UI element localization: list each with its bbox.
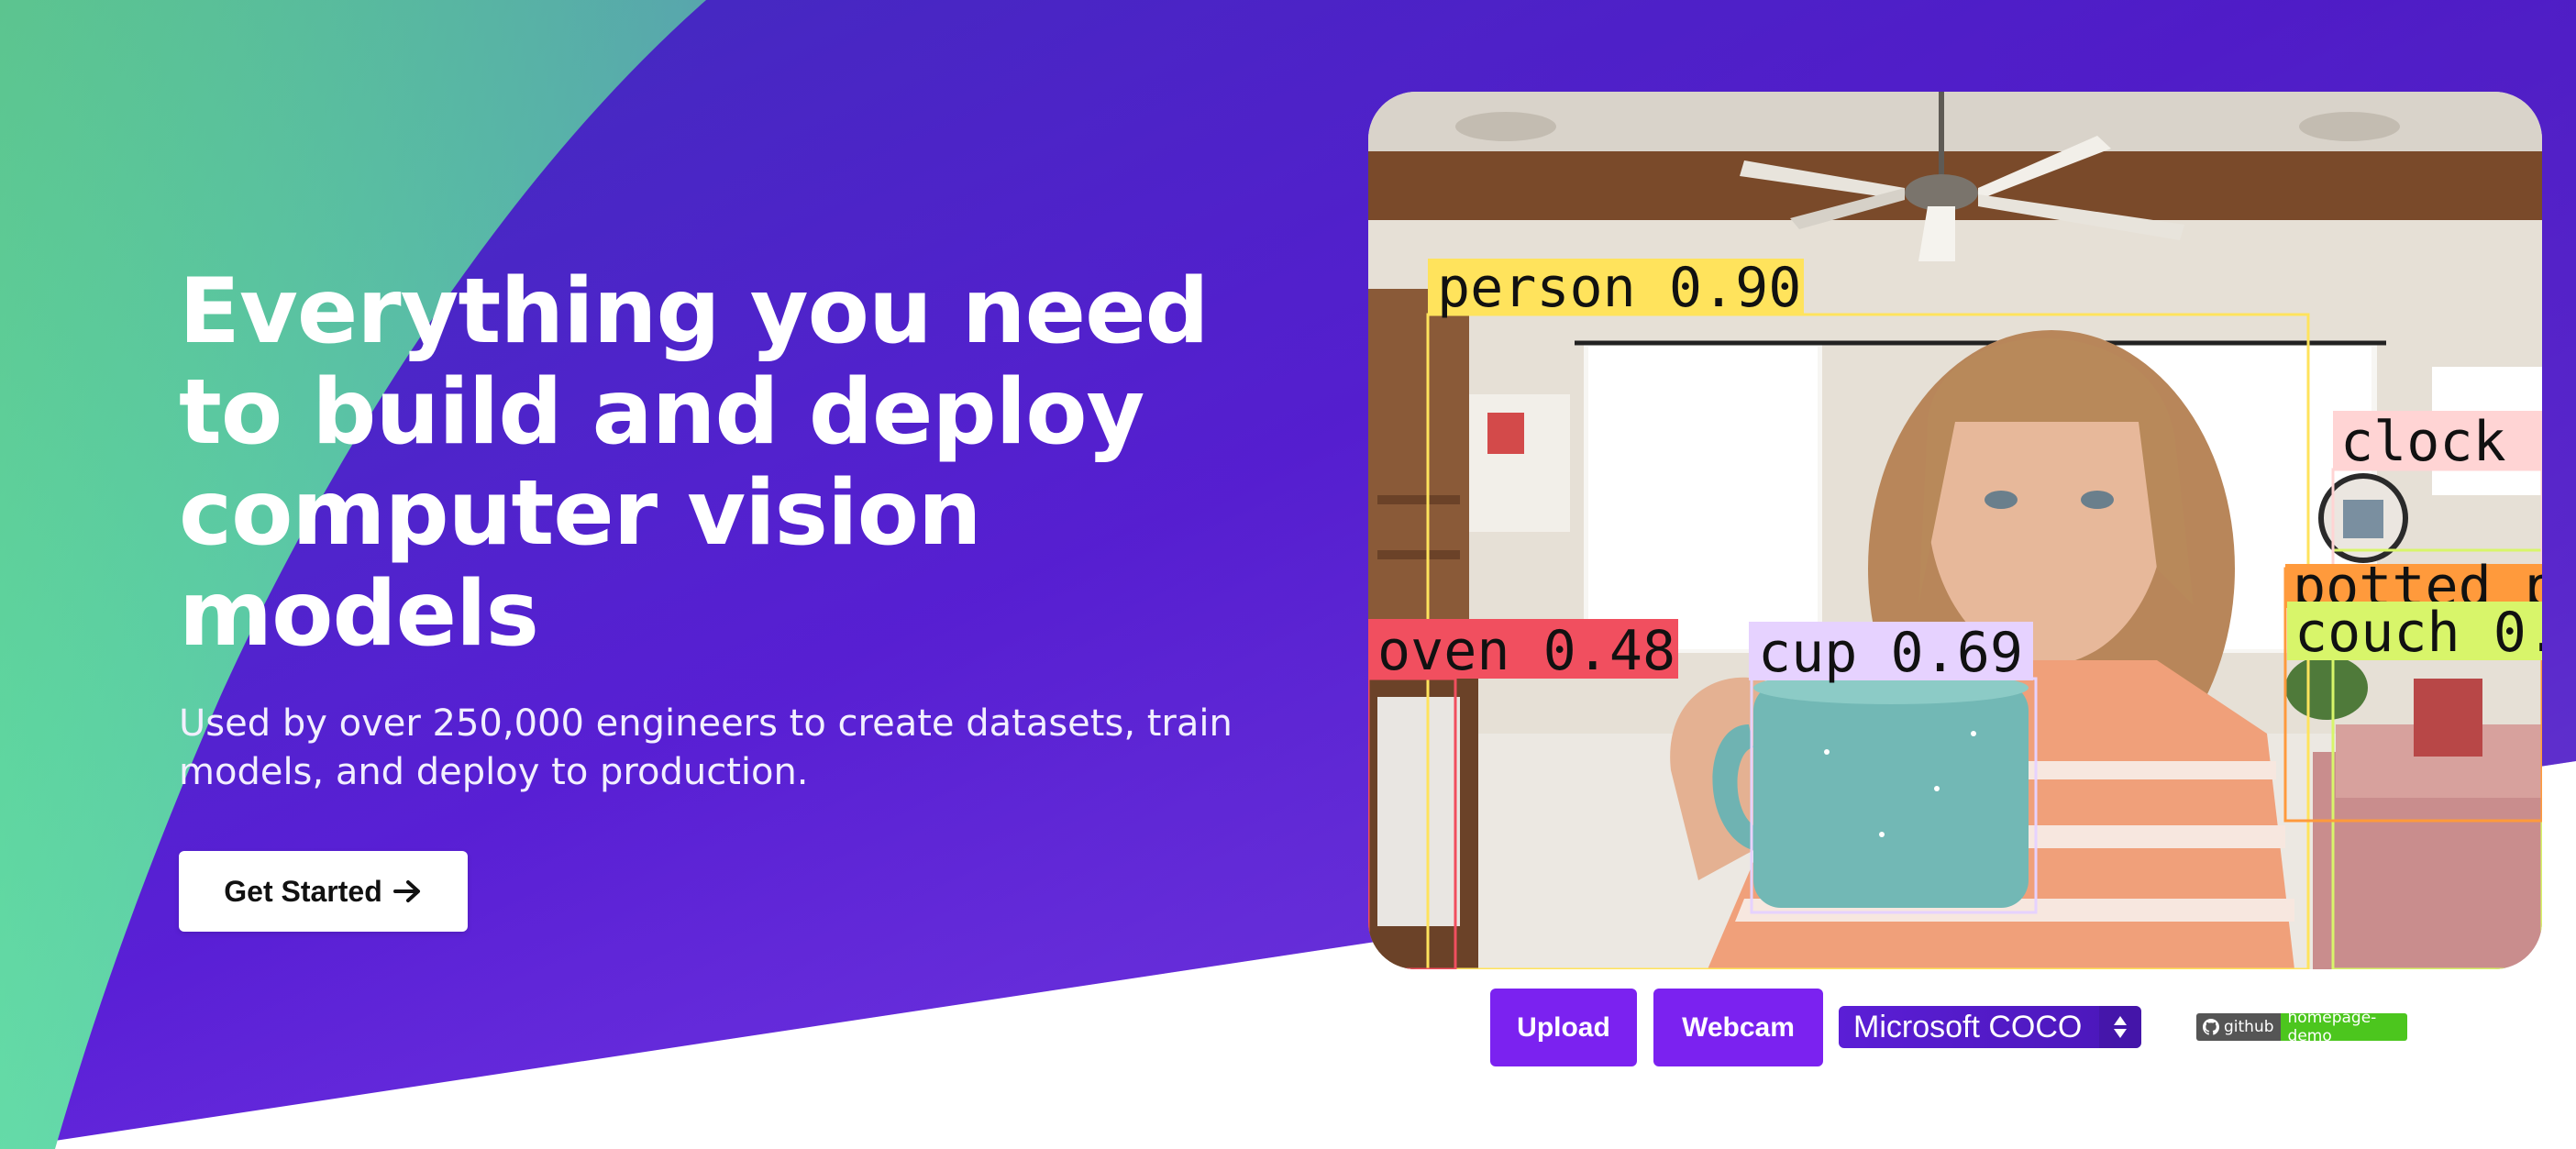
github-badge[interactable]: github homepage-demo <box>2196 1013 2407 1041</box>
detection-label-couch: couch 0. <box>2294 601 2542 665</box>
get-started-label: Get Started <box>224 874 382 908</box>
detection-demo-image: person 0.90 clock 0 potted pl couch 0. o… <box>1368 92 2542 969</box>
github-badge-left-text: github <box>2224 1018 2274 1036</box>
demo-controls: Upload Webcam Microsoft COCO github home… <box>1490 989 2407 1066</box>
detection-label-clock: clock 0 <box>2340 410 2542 474</box>
model-select[interactable]: Microsoft COCO <box>1839 1006 2141 1048</box>
detection-label-cup: cup 0.69 <box>1758 621 2023 685</box>
detection-label-person: person 0.90 <box>1437 256 1801 320</box>
hero-subtitle: Used by over 250,000 engineers to create… <box>179 700 1233 797</box>
headline-line-3: computer vision <box>179 461 982 566</box>
get-started-button[interactable]: Get Started <box>179 851 468 932</box>
headline-line-4: models <box>179 562 539 667</box>
detection-label-oven: oven 0.48 <box>1377 619 1675 683</box>
hero-headline: Everything you need to build and deploy … <box>179 261 1233 665</box>
select-arrows-icon <box>2112 1011 2128 1043</box>
model-select-value: Microsoft COCO <box>1853 1009 2083 1044</box>
arrow-right-icon <box>392 880 420 902</box>
upload-button[interactable]: Upload <box>1490 989 1637 1066</box>
headline-line-1: Everything you need <box>179 260 1210 364</box>
subtitle-line-1: Used by over 250,000 engineers to create… <box>179 702 1233 745</box>
headline-line-2: to build and deploy <box>179 360 1144 465</box>
github-icon <box>2203 1019 2219 1035</box>
subtitle-line-2: models, and deploy to production. <box>179 751 809 793</box>
hero-text: Everything you need to build and deploy … <box>179 261 1233 793</box>
github-badge-right-text: homepage-demo <box>2280 1013 2407 1041</box>
webcam-button[interactable]: Webcam <box>1653 989 1823 1066</box>
